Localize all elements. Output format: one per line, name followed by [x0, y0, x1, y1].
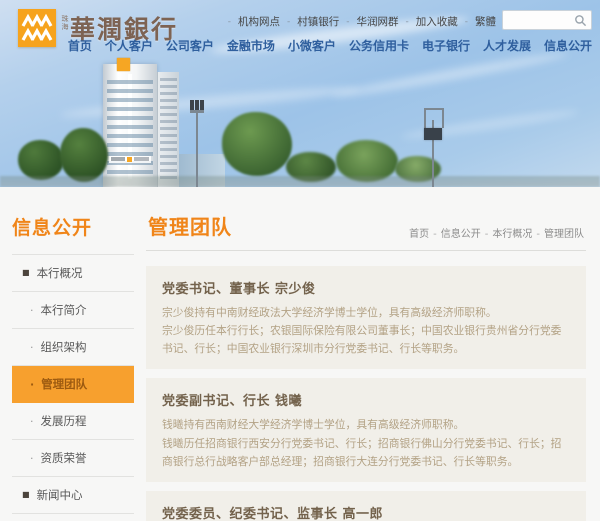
profile-card-paragraph: 钱曦持有西南财经大学经济学博士学位，具有高级经济师职称。 — [162, 416, 570, 434]
dot-bullet-icon: · — [30, 416, 34, 427]
nav-separator: - — [346, 17, 349, 27]
sidebar-item-label: 本行简介 — [41, 302, 87, 318]
breadcrumb-item-3[interactable]: 管理团队 — [544, 229, 584, 240]
sidebar-item-6[interactable]: ■ 新闻中心 — [12, 477, 134, 514]
utility-nav-item-2[interactable]: 华润网群 — [357, 14, 399, 29]
primary-nav-item-0[interactable]: 首页 — [68, 37, 92, 54]
search-icon[interactable] — [574, 14, 587, 27]
tree — [18, 140, 64, 180]
cr-mountain-logo-glyph — [18, 9, 56, 47]
building-signage — [109, 156, 151, 163]
street-lamp-arm — [190, 110, 204, 113]
main-header-row: 管理团队 首页-信息公开-本行概况-管理团队 — [146, 211, 586, 251]
sidebar-item-label: 本行概况 — [37, 265, 83, 281]
profile-card-paragraph: 钱曦历任招商银行西安分行党委书记、行长；招商银行佛山分行党委书记、行长；招商银行… — [162, 435, 570, 471]
utility-nav-item-0[interactable]: 机构网点 — [238, 14, 280, 29]
profile-card-0: 党委书记、董事长 宗少俊宗少俊持有中南财经政法大学经济学博士学位，具有高级经济师… — [146, 266, 586, 369]
primary-nav-item-5[interactable]: 公务信用卡 — [349, 37, 409, 54]
profile-card-2: 党委委员、纪委书记、监事长 高一郎高一郎持有中央财经大学工商管理硕士学位，具有经… — [146, 491, 586, 521]
sidebar-item-0[interactable]: ■ 本行概况 — [12, 255, 134, 292]
profile-card-heading: 党委书记、董事长 宗少俊 — [162, 278, 570, 297]
breadcrumb-item-0[interactable]: 首页 — [409, 229, 429, 240]
road-sign-frame — [424, 108, 444, 110]
primary-nav-item-7[interactable]: 人才发展 — [483, 37, 531, 54]
sidebar-item-4[interactable]: · 发展历程 — [12, 403, 134, 440]
primary-nav-item-3[interactable]: 金融市场 — [227, 37, 275, 54]
primary-nav-item-6[interactable]: 电子银行 — [422, 37, 470, 54]
hedge-row — [0, 176, 600, 187]
profile-card-1: 党委副书记、行长 钱曦钱曦持有西南财经大学经济学博士学位，具有高级经济师职称。钱… — [146, 378, 586, 481]
breadcrumb-separator: - — [485, 229, 489, 240]
nav-separator: - — [287, 17, 290, 27]
utility-nav-item-1[interactable]: 村镇银行 — [297, 14, 339, 29]
primary-nav-item-4[interactable]: 小微客户 — [288, 37, 336, 54]
sidebar-item-5[interactable]: · 资质荣誉 — [12, 440, 134, 477]
sidebar-item-label: 管理团队 — [41, 376, 87, 392]
profile-card-paragraph: 宗少俊历任本行行长；农银国际保险有限公司董事长；中国农业银行贵州省分行党委书记、… — [162, 322, 570, 358]
sidebar-item-2[interactable]: · 组织架构 — [12, 329, 134, 366]
main-panel: 管理团队 首页-信息公开-本行概况-管理团队 党委书记、董事长 宗少俊宗少俊持有… — [138, 187, 600, 521]
page: 珠海 華潤銀行 -机构网点-村镇银行-华润网群-加入收藏-繁體 首页个人客户公司… — [0, 0, 600, 521]
tree — [60, 128, 108, 182]
brand-city-label: 珠海 — [61, 15, 68, 31]
primary-nav: 首页个人客户公司客户金融市场小微客户公务信用卡电子银行人才发展信息公开 — [68, 37, 592, 54]
street-lamp-lights — [190, 100, 194, 110]
square-bullet-icon: ■ — [22, 491, 30, 499]
search-input[interactable] — [507, 11, 573, 29]
sidebar-title: 信息公开 — [12, 213, 134, 240]
dot-bullet-icon: · — [30, 379, 34, 390]
profile-card-heading: 党委副书记、行长 钱曦 — [162, 390, 570, 409]
sidebar-item-3[interactable]: · 管理团队 — [12, 366, 134, 403]
sidebar-item-1[interactable]: · 本行简介 — [12, 292, 134, 329]
primary-nav-item-8[interactable]: 信息公开 — [544, 37, 592, 54]
sidebar-item-label: 资质荣誉 — [41, 450, 87, 466]
dot-bullet-icon: · — [30, 305, 34, 316]
building-rooftop-logo — [117, 58, 130, 71]
primary-nav-item-1[interactable]: 个人客户 — [105, 37, 153, 54]
profile-card-paragraph: 宗少俊持有中南财经政法大学经济学博士学位，具有高级经济师职称。 — [162, 304, 570, 322]
sidebar-item-7[interactable]: ■企业文化 — [12, 514, 134, 521]
road-sign-board — [424, 128, 442, 140]
site-header: 珠海 華潤銀行 -机构网点-村镇银行-华润网群-加入收藏-繁體 首页个人客户公司… — [0, 0, 600, 56]
nav-separator: - — [465, 17, 468, 27]
breadcrumb: 首页-信息公开-本行概况-管理团队 — [409, 225, 584, 240]
sidebar-menu: ■ 本行概况 · 本行简介 · 组织架构 · 管理团队 · 发展历程 · 资质荣誉 ■ 新闻中心 ■企业文化… — [12, 254, 134, 521]
dot-bullet-icon: · — [30, 453, 34, 464]
primary-nav-item-2[interactable]: 公司客户 — [166, 37, 214, 54]
nav-separator: - — [228, 17, 231, 27]
breadcrumb-separator: - — [433, 229, 437, 240]
tree — [222, 112, 292, 176]
building-tower — [103, 64, 157, 187]
breadcrumb-item-2[interactable]: 本行概况 — [492, 229, 532, 240]
sidebar: 信息公开 ■ 本行概况 · 本行简介 · 组织架构 · 管理团队 · 发展历程 · 资质荣誉 ■ 新闻中心… — [0, 187, 138, 521]
square-bullet-icon: ■ — [22, 269, 30, 277]
utility-nav: -机构网点-村镇银行-华润网群-加入收藏-繁體 — [221, 14, 496, 29]
breadcrumb-separator: - — [536, 229, 540, 240]
road-sign-frame — [442, 108, 444, 128]
search-box[interactable] — [502, 10, 592, 30]
building-annex — [157, 72, 179, 187]
road-sign-frame — [424, 108, 426, 128]
content-area: 信息公开 ■ 本行概况 · 本行简介 · 组织架构 · 管理团队 · 发展历程 · 资质荣誉 ■ 新闻中心… — [0, 187, 600, 521]
page-title: 管理团队 — [148, 211, 232, 240]
bank-logo-icon[interactable] — [18, 9, 56, 47]
profile-card-heading: 党委委员、纪委书记、监事长 高一郎 — [162, 503, 570, 521]
nav-separator: - — [406, 17, 409, 27]
cloud-decoration — [331, 49, 569, 101]
sidebar-item-label: 发展历程 — [41, 413, 87, 429]
sidebar-item-label: 组织架构 — [41, 339, 87, 355]
profile-sections: 党委书记、董事长 宗少俊宗少俊持有中南财经政法大学经济学博士学位，具有高级经济师… — [146, 266, 586, 521]
utility-nav-item-4[interactable]: 繁體 — [475, 14, 496, 29]
breadcrumb-item-1[interactable]: 信息公开 — [441, 229, 481, 240]
dot-bullet-icon: · — [30, 342, 34, 353]
sidebar-item-label: 新闻中心 — [37, 487, 83, 503]
street-lamp-pole — [196, 112, 198, 187]
utility-nav-item-3[interactable]: 加入收藏 — [416, 14, 458, 29]
